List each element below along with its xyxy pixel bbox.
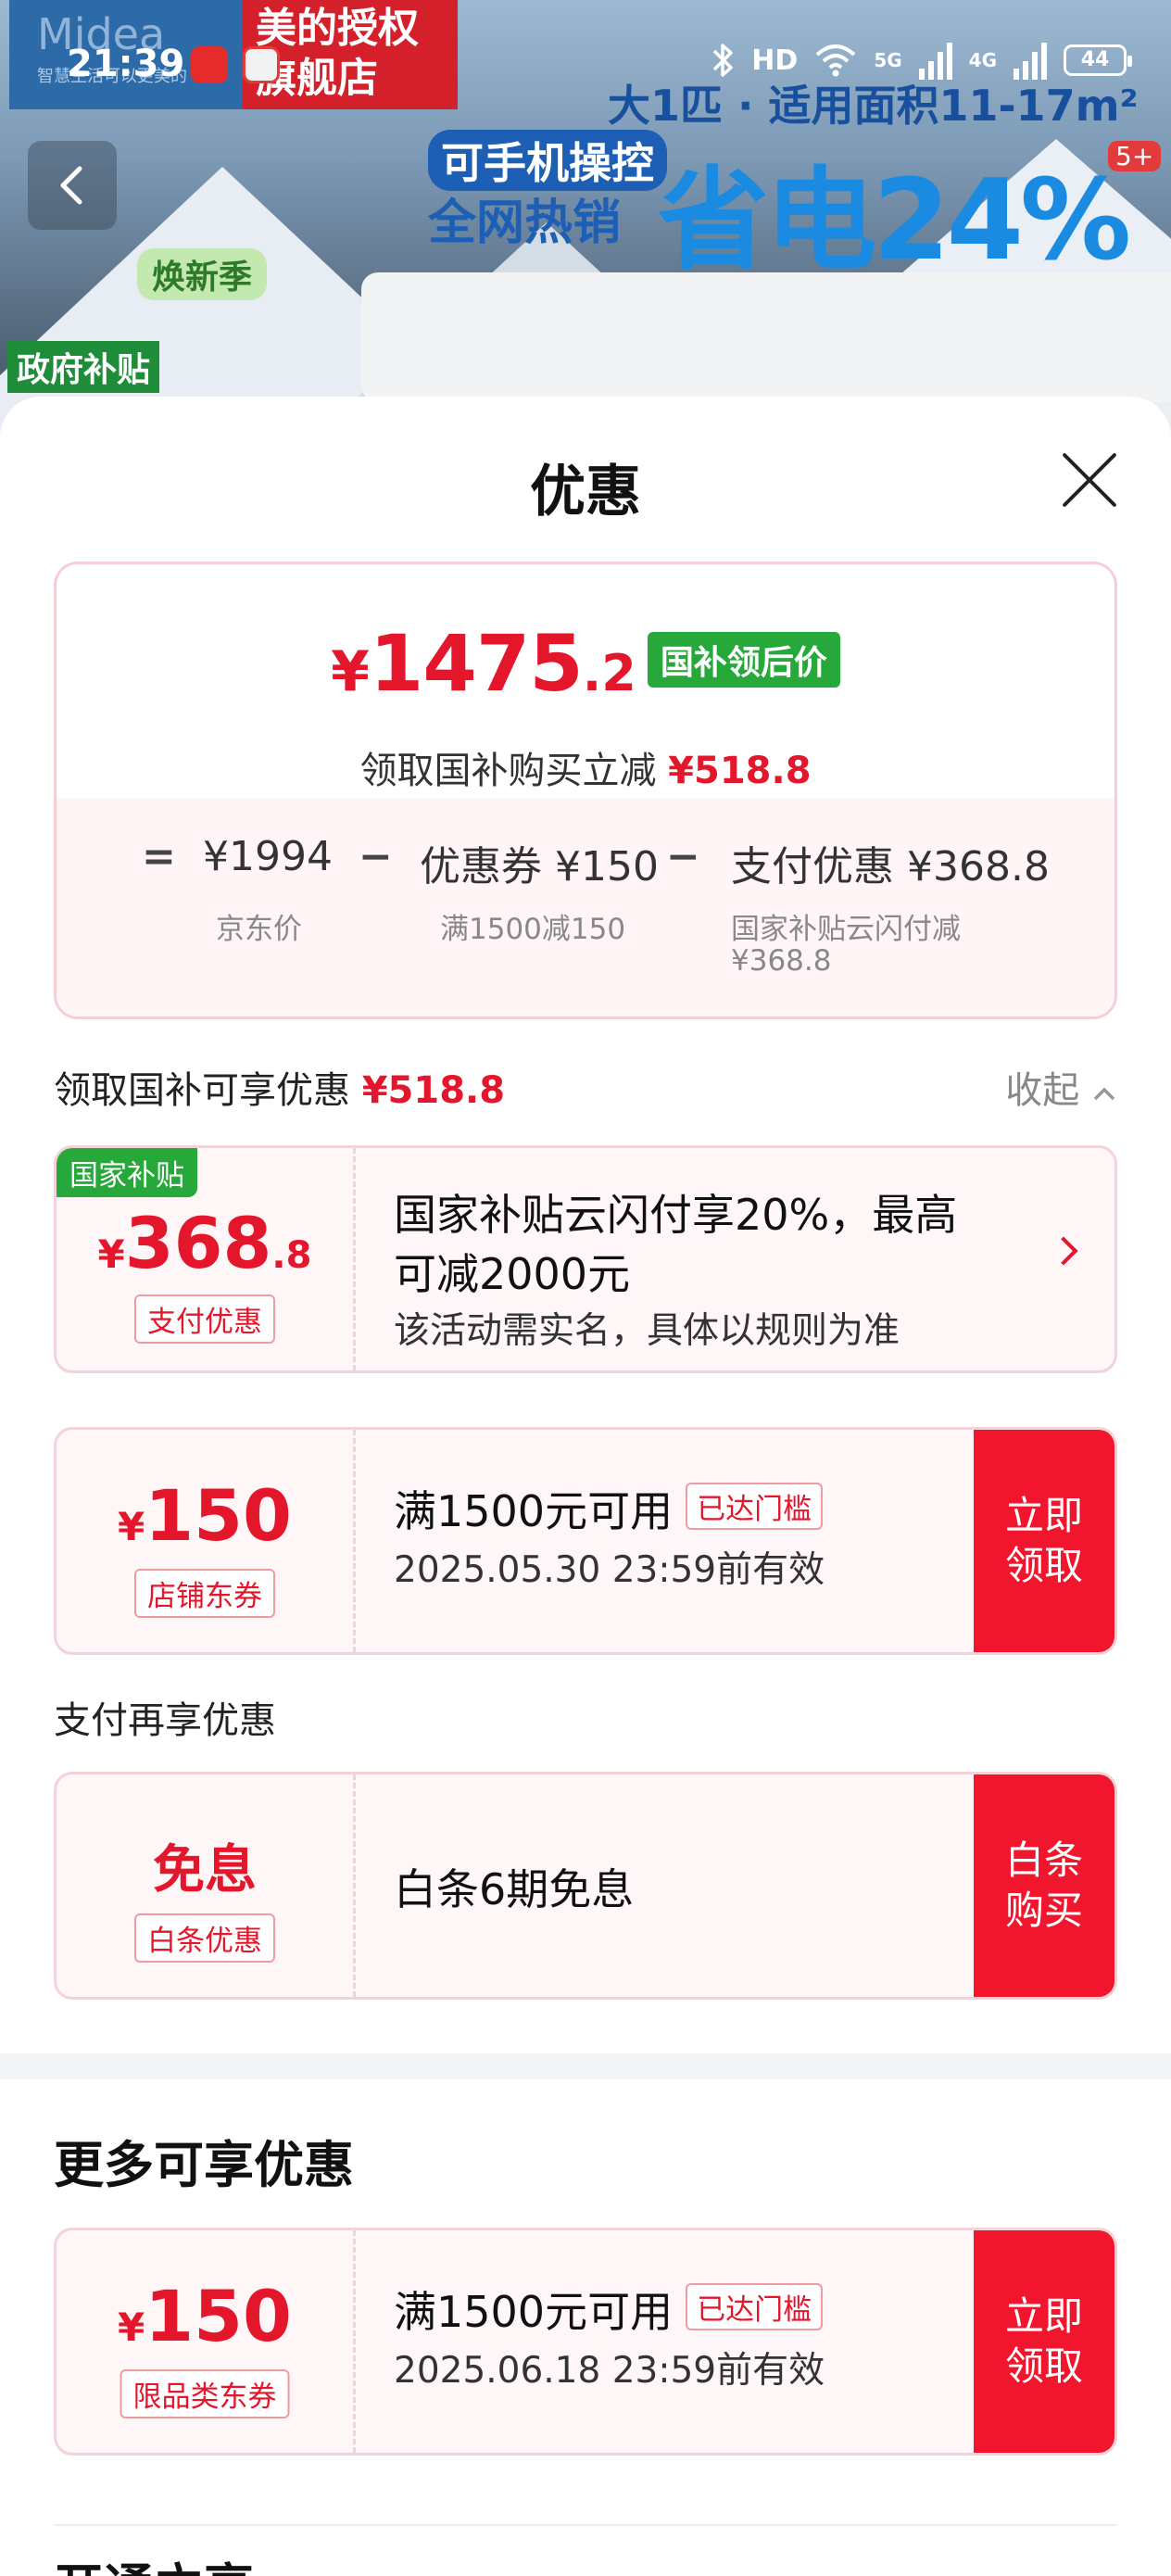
coupon-amount: ¥150 — [118, 2275, 292, 2357]
coupon-note: 该活动需实名，具体以规则为准 — [394, 1310, 900, 1352]
coupon-label: 满1500减150 — [440, 913, 626, 946]
threshold-reached-badge: 已达门槛 — [686, 2283, 824, 2330]
coupon-validity: 2025.05.30 23:59前有效 — [394, 1549, 825, 1591]
coupon-amount: ¥368.8 — [97, 1202, 312, 1284]
notification-app-icon — [243, 46, 280, 83]
baitiao-title: 白条6期免息 — [394, 1864, 635, 1914]
price-tag-badge: 国补领后价 — [647, 632, 840, 688]
coupon-title: 国家补贴云闪付享20%，最高 — [394, 1190, 958, 1240]
signal-label-5g: 5G — [874, 49, 902, 71]
status-icons: HD 5G 4G 44 — [711, 41, 1132, 80]
price-summary-card: ¥1475.2 国补领后价 领取国补购买立减 ¥518.8 = ¥1994 京东价… — [54, 562, 1117, 1019]
baitiao-coupon: 免息 白条优惠 白条6期免息 白条 购买 — [54, 1772, 1117, 2000]
coupon-value: 优惠券 ¥150 — [420, 843, 659, 890]
air-conditioner-image — [361, 272, 1171, 402]
shop-coupon: ¥150 店铺东券 满1500元可用 已达门槛 2025.05.30 23:59前… — [54, 1427, 1117, 1655]
signal-label-4g: 4G — [968, 49, 997, 71]
close-button[interactable] — [1056, 447, 1123, 513]
notification-app-icon — [191, 46, 228, 83]
subsidy-sticker: 焕新季 政府补贴 — [7, 248, 359, 397]
category-coupon: ¥150 限品类东券 满1500元可用 已达门槛 2025.06.18 23:59… — [54, 2228, 1117, 2456]
coupon-title: 满1500元可用 已达门槛 — [394, 2279, 824, 2340]
equals-sign: = — [142, 833, 176, 880]
signal-icon — [918, 41, 952, 80]
minus-sign: − — [359, 833, 393, 880]
banner-headline: 省电24% — [658, 157, 1131, 285]
collapse-button[interactable]: 收起 — [1005, 1060, 1117, 1114]
bluetooth-icon — [713, 44, 734, 77]
gov-subsidy-coupon[interactable]: ¥368.8 支付优惠 国家补贴 国家补贴云闪付享20%，最高 可减2000元 … — [54, 1145, 1117, 1373]
banner-feature-text: 全网热销 — [428, 196, 622, 251]
membership-section-title: 开通立享 — [54, 2546, 254, 2576]
sheet-title: 优惠 — [530, 460, 641, 524]
image-count-badge: 5+ — [1108, 141, 1162, 171]
claim-coupon-button[interactable]: 立即 领取 — [974, 1430, 1114, 1652]
banner-feature-text: 可手机操控 — [428, 130, 667, 191]
claim-coupon-button[interactable]: 立即 领取 — [974, 2230, 1114, 2453]
coupon-type-badge: 限品类东券 — [120, 2369, 290, 2418]
coupon-title-line2: 可减2000元 — [394, 1249, 631, 1299]
jd-price-value: ¥1994 — [203, 833, 333, 880]
section-divider — [0, 2053, 1171, 2079]
section-payment-title: 支付再享优惠 — [54, 1699, 276, 1742]
wifi-icon — [815, 44, 856, 77]
final-price: ¥1475.2 国补领后价 — [57, 618, 1114, 709]
divider-line — [54, 2524, 1117, 2526]
discount-sheet: 优惠 ¥1475.2 国补领后价 领取国补购买立减 ¥518.8 = ¥1994 … — [0, 397, 1171, 2576]
price-breakdown: = ¥1994 京东价 − 优惠券 ¥150 满1500减150 − 支付优惠 … — [57, 798, 1114, 1017]
battery-icon: 44 — [1064, 44, 1132, 76]
jd-price-label: 京东价 — [216, 913, 302, 946]
gov-subsidy-corner-tag: 国家补贴 — [57, 1148, 197, 1197]
pay-discount-amount: ¥368.8 — [731, 944, 832, 978]
section-gov-subsidy-title: 领取国补可享优惠 ¥518.8 — [54, 1069, 506, 1112]
pay-discount-label: 国家补贴云闪付减 — [731, 913, 961, 946]
baitiao-buy-button[interactable]: 白条 购买 — [974, 1774, 1114, 1997]
threshold-reached-badge: 已达门槛 — [686, 1483, 824, 1530]
status-bar: 21:39 HD 5G 4G 44 — [0, 0, 1171, 102]
coupon-amount: ¥150 — [118, 1474, 292, 1557]
baitiao-amount: 免息 — [153, 1840, 257, 1900]
pay-discount-value: 支付优惠 ¥368.8 — [731, 843, 1050, 890]
more-offers-title: 更多可享优惠 — [54, 2136, 354, 2194]
status-time: 21:39 — [67, 43, 185, 85]
coupon-validity: 2025.06.18 23:59前有效 — [394, 2350, 825, 2392]
coupon-type-badge: 店铺东券 — [134, 1569, 275, 1618]
signal-icon — [1014, 41, 1047, 80]
price-reduction-text: 领取国补购买立减 ¥518.8 — [359, 750, 812, 792]
hd-indicator: HD — [751, 44, 799, 77]
coupon-title: 满1500元可用 已达门槛 — [394, 1478, 824, 1539]
chevron-up-icon — [1093, 1087, 1115, 1101]
back-button[interactable] — [28, 141, 117, 230]
chevron-left-icon — [60, 166, 82, 205]
chevron-right-icon[interactable] — [1049, 1236, 1078, 1266]
minus-sign: − — [666, 833, 700, 880]
coupon-type-badge: 支付优惠 — [134, 1294, 275, 1344]
coupon-type-badge: 白条优惠 — [134, 1913, 275, 1963]
